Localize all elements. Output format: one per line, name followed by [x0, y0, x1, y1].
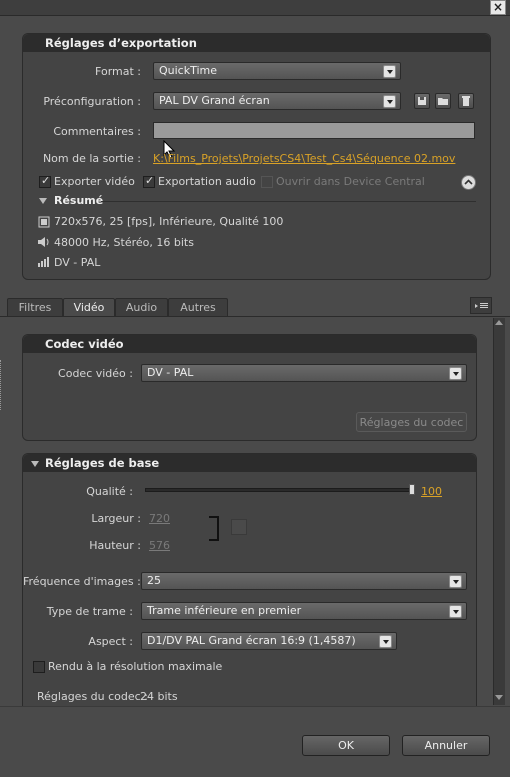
field-type-dropdown[interactable]: Trame inférieure en premier	[141, 602, 467, 620]
preset-label: Préconfiguration :	[43, 95, 141, 108]
cancel-button[interactable]: Annuler	[402, 735, 490, 756]
tab-video[interactable]: Vidéo	[63, 298, 115, 316]
width-value[interactable]: 720	[149, 512, 170, 525]
codec-settings-button[interactable]: Réglages du codec	[356, 412, 467, 432]
title-bar: ×	[0, 0, 510, 16]
fps-label: Fréquence d'images :	[23, 575, 141, 588]
bars-icon	[38, 257, 49, 267]
field-type-value: Trame inférieure en premier	[147, 604, 302, 617]
tab-filters[interactable]: Filtres	[7, 298, 63, 316]
save-preset-icon[interactable]	[414, 93, 430, 109]
height-label: Hauteur :	[89, 539, 141, 552]
device-central-label: Ouvrir dans Device Central	[276, 175, 425, 188]
tab-bar: Filtres Vidéo Audio Autres	[0, 297, 510, 317]
aspect-value: D1/DV PAL Grand écran 16:9 (1,4587)	[147, 634, 356, 647]
width-label: Largeur :	[91, 512, 141, 525]
export-video-label: Exporter vidéo	[54, 175, 135, 188]
summary-codec: DV - PAL	[54, 256, 101, 269]
basic-settings-panel: Réglages de base Qualité : 100 Largeur :…	[22, 453, 477, 708]
tab-audio[interactable]: Audio	[115, 298, 168, 316]
basic-settings-title: Réglages de base	[23, 454, 476, 472]
aspect-label: Aspect :	[88, 635, 133, 648]
codec-dropdown[interactable]: DV - PAL	[141, 364, 467, 382]
collapse-chevron-icon[interactable]	[461, 175, 476, 190]
scrollbar[interactable]	[493, 318, 505, 705]
comments-input[interactable]	[153, 122, 475, 139]
export-audio-checkbox[interactable]	[143, 174, 155, 188]
delete-preset-icon[interactable]	[458, 93, 474, 109]
format-value: QuickTime	[159, 64, 218, 77]
chevron-down-icon	[383, 65, 396, 78]
field-type-label: Type de trame :	[46, 605, 133, 618]
summary-toggle-icon[interactable]	[39, 198, 47, 204]
summary-video: 720x576, 25 [fps], Inférieure, Qualité 1…	[54, 215, 284, 228]
summary-audio: 48000 Hz, Stéréo, 16 bits	[54, 236, 194, 249]
comments-label: Commentaires :	[53, 125, 141, 138]
export-audio-label: Exportation audio	[158, 175, 256, 188]
chevron-down-icon	[449, 575, 462, 588]
summary-title: Résumé	[54, 194, 104, 207]
close-button[interactable]: ×	[490, 0, 506, 15]
preset-dropdown[interactable]: PAL DV Grand écran	[153, 92, 401, 110]
export-settings-title: Réglages d’exportation	[23, 34, 490, 52]
import-preset-icon[interactable]	[435, 93, 451, 109]
video-codec-panel: Codec vidéo Codec vidéo : DV - PAL Régla…	[22, 334, 477, 441]
summary-divider	[101, 201, 476, 202]
scroll-down-arrow-icon[interactable]	[495, 695, 503, 700]
aspect-dropdown[interactable]: D1/DV PAL Grand écran 16:9 (1,4587)	[141, 632, 397, 650]
quality-label: Qualité :	[86, 485, 133, 498]
codec-info-value: 24 bits	[140, 690, 178, 703]
format-label: Format :	[95, 65, 141, 78]
device-central-checkbox[interactable]	[261, 176, 273, 188]
output-name-link[interactable]: K:\Films_Projets\ProjetsCS4\Test_Cs4\Séq…	[153, 152, 455, 165]
link-bracket	[209, 516, 219, 541]
quality-slider[interactable]	[145, 488, 413, 492]
resize-grip[interactable]	[0, 360, 3, 410]
scroll-up-arrow-icon[interactable]	[495, 320, 503, 325]
quality-value[interactable]: 100	[421, 485, 442, 498]
quality-slider-thumb[interactable]	[409, 484, 415, 495]
preset-value: PAL DV Grand écran	[159, 94, 270, 107]
fps-dropdown[interactable]: 25	[141, 572, 467, 590]
chevron-down-icon	[449, 605, 462, 618]
tab-other[interactable]: Autres	[168, 298, 228, 316]
format-dropdown[interactable]: QuickTime	[153, 62, 401, 80]
height-value[interactable]: 576	[149, 539, 170, 552]
fps-value: 25	[147, 574, 161, 587]
max-resolution-label: Rendu à la résolution maximale	[48, 660, 223, 673]
speaker-icon	[38, 237, 49, 247]
codec-label: Codec vidéo :	[58, 367, 133, 380]
film-icon	[38, 216, 50, 228]
chevron-down-icon	[383, 95, 396, 108]
link-toggle-icon[interactable]	[231, 519, 247, 535]
codec-info-label: Réglages du codec :	[37, 690, 148, 703]
export-video-checkbox[interactable]	[39, 174, 51, 188]
codec-value: DV - PAL	[147, 366, 194, 379]
ok-button[interactable]: OK	[302, 735, 390, 756]
export-settings-panel: Réglages d’exportation Format : QuickTim…	[22, 33, 491, 280]
basic-panel-toggle-icon[interactable]	[31, 461, 39, 467]
chevron-down-icon	[449, 367, 462, 380]
max-resolution-checkbox[interactable]	[33, 661, 45, 673]
video-codec-title: Codec vidéo	[23, 335, 476, 353]
chevron-down-icon	[379, 635, 392, 648]
output-name-label: Nom de la sortie :	[42, 152, 141, 165]
panel-menu-icon[interactable]	[470, 297, 492, 314]
